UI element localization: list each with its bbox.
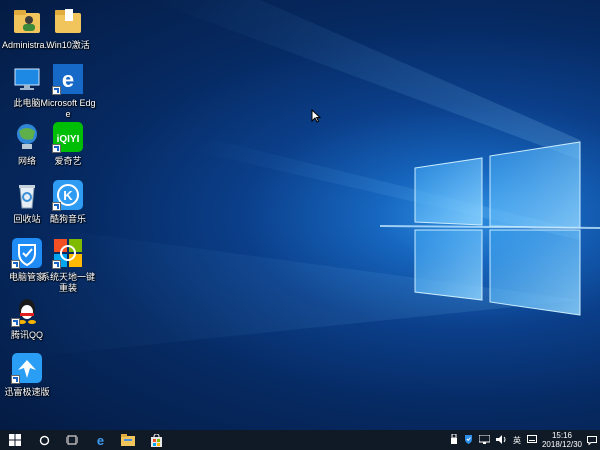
- cortana-button[interactable]: [30, 430, 58, 450]
- taskbar-file-explorer-button[interactable]: [114, 430, 142, 450]
- system-tray: 英 15:16 2018/12/30: [447, 430, 600, 450]
- cortana-icon: [39, 435, 49, 445]
- qq-icon: [11, 295, 43, 327]
- shortcut-arrow-icon: [11, 318, 20, 327]
- usb-icon[interactable]: [450, 433, 458, 446]
- desktop-icon-system-reinstall[interactable]: 系统天地一键重装: [40, 237, 96, 294]
- shortcut-arrow-icon: [11, 375, 20, 384]
- taskbar: e 英 15:16 2018/12/30: [0, 430, 600, 450]
- desktop-icon-label: 爱奇艺: [54, 156, 82, 166]
- shortcut-arrow-icon: [52, 202, 61, 211]
- edge-icon: e: [52, 63, 84, 95]
- desktop-icon-qq[interactable]: 腾讯QQ: [0, 295, 55, 341]
- start-button[interactable]: [0, 430, 30, 450]
- task-view-icon: [66, 435, 78, 445]
- input-method-indicator[interactable]: 英: [513, 435, 521, 446]
- desktop-icon-label: Win10激活: [46, 40, 90, 50]
- desktop-icon-label: Microsoft Edge: [40, 98, 96, 119]
- iqiyi-icon: iQIYI: [52, 121, 84, 153]
- start-icon: [9, 434, 21, 446]
- user-folder-icon: [11, 5, 43, 37]
- shortcut-arrow-icon: [52, 260, 61, 269]
- desktop-icon-label: 系统天地一键重装: [40, 272, 95, 293]
- xunlei-icon: [11, 352, 43, 384]
- svg-text:K: K: [63, 188, 73, 203]
- shortcut-arrow-icon: [52, 144, 61, 153]
- svg-text:e: e: [62, 67, 74, 92]
- taskbar-store-button[interactable]: [142, 430, 170, 450]
- action-center-button[interactable]: [584, 430, 600, 450]
- mouse-cursor-icon: [311, 109, 321, 123]
- task-view-button[interactable]: [58, 430, 86, 450]
- network-icon: [11, 121, 43, 153]
- kugou-icon: K: [52, 179, 84, 211]
- desktop-icon-label: 酷狗音乐: [49, 214, 86, 224]
- volume-icon[interactable]: [496, 434, 507, 446]
- taskbar-edge-button[interactable]: e: [86, 430, 114, 450]
- shortcut-arrow-icon: [11, 260, 20, 269]
- desktop-icon-kugou[interactable]: K 酷狗音乐: [40, 179, 96, 225]
- desktop-icon-win10-activation[interactable]: Win10激活: [40, 5, 96, 51]
- desktop-icon-edge[interactable]: e Microsoft Edge: [40, 63, 96, 120]
- shortcut-arrow-icon: [52, 86, 61, 95]
- desktop-icon-label: 迅雷极速版: [4, 387, 50, 397]
- network-tray-icon[interactable]: [478, 434, 491, 446]
- store-icon: [150, 433, 162, 447]
- clock-date: 2018/12/30: [541, 440, 583, 449]
- activation-folder-icon: [52, 5, 84, 37]
- file-explorer-icon: [121, 434, 135, 446]
- edge-icon: e: [96, 434, 103, 447]
- ime-keyboard-icon[interactable]: [527, 435, 537, 445]
- clock[interactable]: 15:16 2018/12/30: [540, 431, 584, 449]
- security-shield-icon[interactable]: [464, 434, 473, 446]
- pc-manager-icon: [11, 237, 43, 269]
- recycle-bin-icon: [11, 179, 43, 211]
- desktop-icon-iqiyi[interactable]: iQIYI 爱奇艺: [40, 121, 96, 167]
- computer-icon: [11, 63, 43, 95]
- desktop-icon-xunlei[interactable]: 迅雷极速版: [0, 352, 55, 398]
- svg-text:e: e: [96, 434, 103, 447]
- notification-icon: [587, 435, 597, 445]
- reinstall-icon: [52, 237, 84, 269]
- clock-time: 15:16: [551, 431, 573, 440]
- desktop-icon-label: 腾讯QQ: [10, 330, 43, 340]
